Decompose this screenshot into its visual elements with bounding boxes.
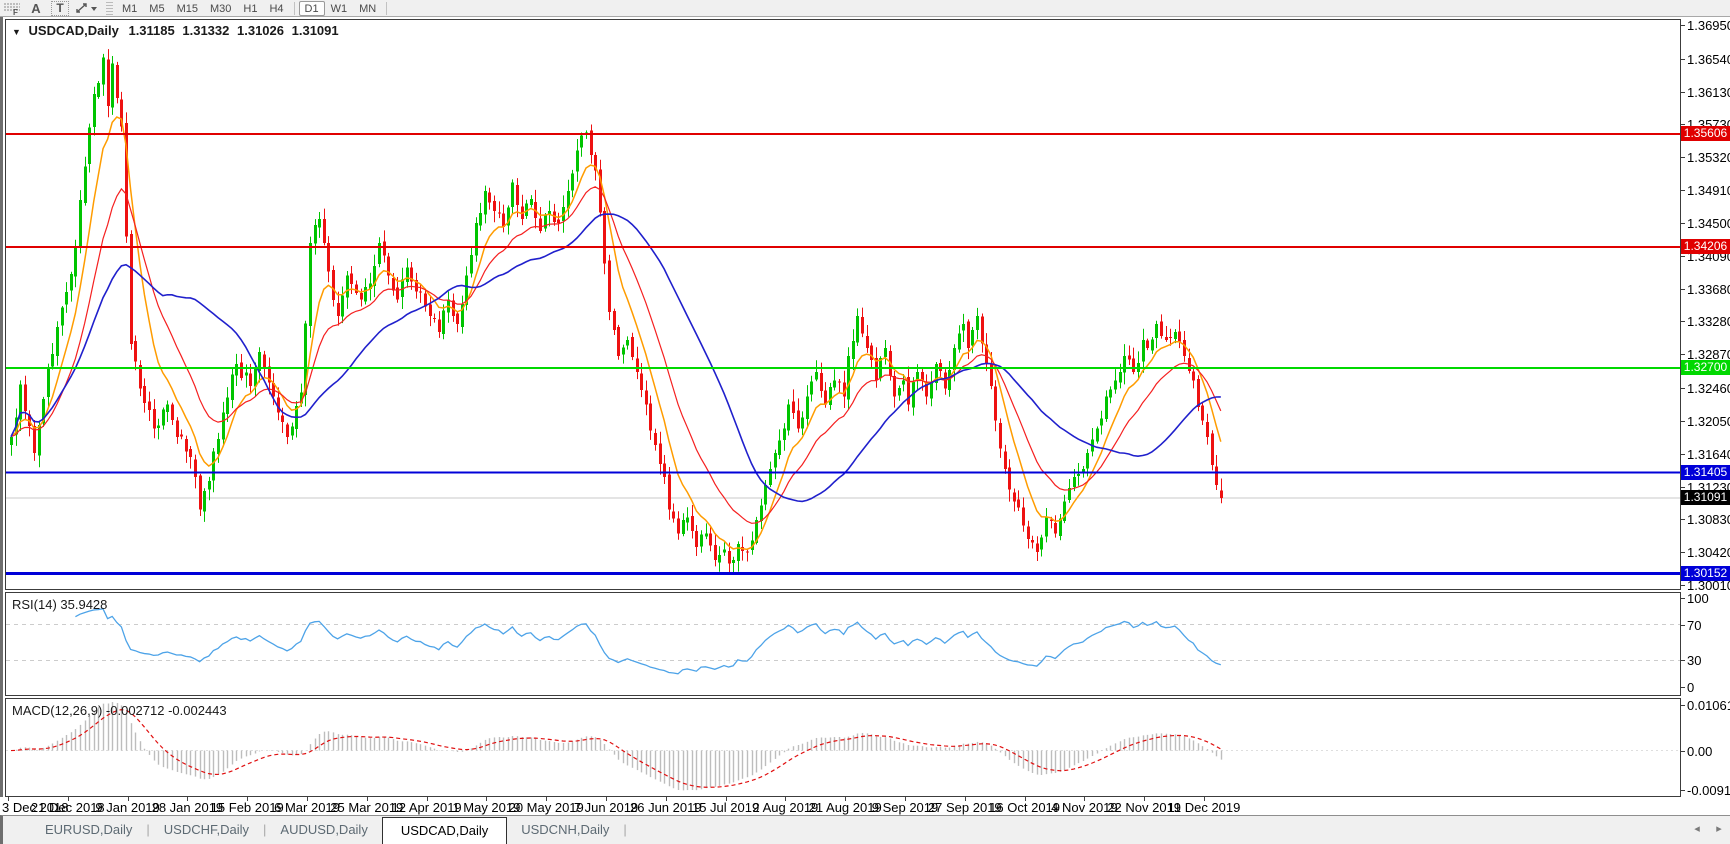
timeframe-button-h4[interactable]: H4 — [263, 1, 289, 16]
toolbar-separator — [294, 2, 295, 15]
timeframe-button-w1[interactable]: W1 — [325, 1, 354, 16]
date-label: 15 Feb 2019 — [211, 800, 284, 815]
ohlc-close: 1.31091 — [292, 23, 339, 38]
date-label: 21 Aug 2019 — [809, 800, 882, 815]
ohlc-open: 1.31185 — [128, 23, 174, 38]
price-chart-canvas[interactable] — [6, 20, 1680, 589]
timeframe-button-m1[interactable]: M1 — [116, 1, 143, 16]
macd-panel[interactable]: MACD(12,26,9) -0.002712 -0.002443 — [5, 698, 1681, 797]
date-label: 15 Jul 2019 — [692, 800, 759, 815]
fibonacci-tool-icon[interactable]: F — [0, 1, 24, 16]
chart-header: ▼ USDCAD,Daily 1.31185 1.31332 1.31026 1… — [12, 23, 339, 38]
tab-bar-left-margin — [3, 816, 31, 844]
timeframe-button-m30[interactable]: M30 — [204, 1, 237, 16]
date-label: 21 Dec 2018 — [31, 800, 105, 815]
tab-scroll-right-icon[interactable]: ▸ — [1708, 816, 1730, 844]
timeframe-button-h1[interactable]: H1 — [237, 1, 263, 16]
macd-canvas[interactable] — [6, 699, 1680, 796]
chart-tab-eurusd[interactable]: EURUSD,Daily — [31, 816, 146, 844]
line-studies-dropdown-icon[interactable] — [72, 1, 102, 16]
price-chart-panel[interactable]: ▼ USDCAD,Daily 1.31185 1.31332 1.31026 1… — [5, 19, 1681, 590]
timeframe-group: M1M5M15M30H1H4 D1W1MN — [116, 1, 391, 16]
date-label: 11 Dec 2019 — [1168, 800, 1241, 815]
timeframe-button-m5[interactable]: M5 — [143, 1, 170, 16]
toolbar: F A T M1M5M15M30H1H4 D1W1MN — [0, 0, 1730, 17]
toolbar-drag-handle[interactable] — [106, 2, 113, 15]
tab-bar-spacer — [627, 816, 1686, 844]
date-label: 26 Jun 2019 — [630, 800, 702, 815]
rsi-canvas[interactable] — [6, 593, 1680, 695]
rsi-panel[interactable]: RSI(14) 35.9428 — [5, 592, 1681, 696]
text-tool-icon[interactable]: T — [51, 1, 69, 16]
date-label: 7 Jun 2019 — [574, 800, 638, 815]
chart-tab-usdchf[interactable]: USDCHF,Daily — [150, 816, 263, 844]
date-label: 9 Jan 2019 — [95, 800, 159, 815]
macd-label: MACD(12,26,9) -0.002712 -0.002443 — [12, 703, 227, 718]
chart-symbol-label: USDCAD,Daily — [29, 23, 119, 38]
chart-tab-usdcnh[interactable]: USDCNH,Daily — [507, 816, 623, 844]
chart-tab-bar: EURUSD,Daily|USDCHF,Daily|AUDUSD,DailyUS… — [0, 815, 1730, 844]
ohlc-high: 1.31332 — [182, 23, 229, 38]
chart-window: ▼ USDCAD,Daily 1.31185 1.31332 1.31026 1… — [0, 17, 1730, 815]
tab-scroll-left-icon[interactable]: ◂ — [1686, 816, 1708, 844]
date-label: 20 May 2019 — [509, 800, 584, 815]
timeframe-button-mn[interactable]: MN — [353, 1, 382, 16]
text-label-tool-icon[interactable]: A — [24, 1, 48, 16]
toolbar-separator — [386, 2, 387, 15]
timeframe-button-m15[interactable]: M15 — [171, 1, 204, 16]
timeframe-button-d1[interactable]: D1 — [299, 1, 325, 16]
ohlc-low: 1.31026 — [237, 23, 284, 38]
svg-text:F: F — [13, 8, 18, 15]
mt4-window: F A T M1M5M15M30H1H4 D1W1MN ▼ USDCAD,Dail… — [0, 0, 1730, 844]
chart-dropdown-icon[interactable]: ▼ — [12, 27, 21, 37]
chart-tab-usdcad[interactable]: USDCAD,Daily — [382, 817, 507, 844]
date-label: 16 Oct 2019 — [989, 800, 1060, 815]
rsi-label: RSI(14) 35.9428 — [12, 597, 107, 612]
date-axis: 3 Dec 201821 Dec 20189 Jan 201928 Jan 20… — [0, 797, 1730, 815]
chart-tab-audusd[interactable]: AUDUSD,Daily — [266, 816, 381, 844]
date-label: 12 Apr 2019 — [392, 800, 462, 815]
